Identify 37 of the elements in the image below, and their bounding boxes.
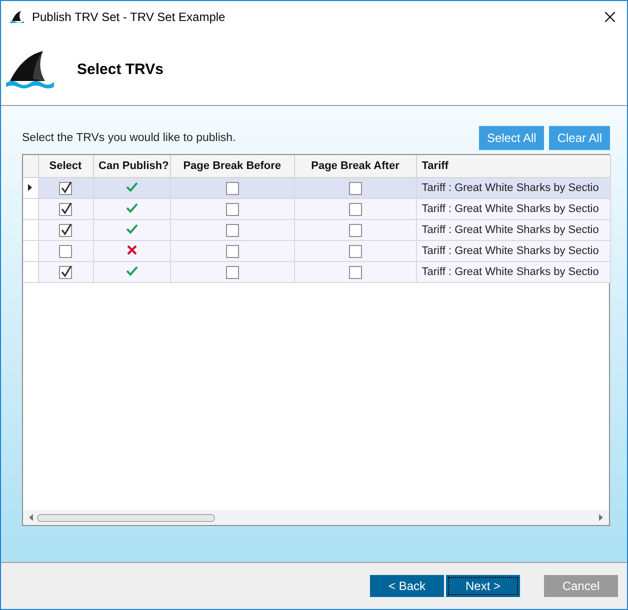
- scroll-thumb[interactable]: [37, 514, 215, 522]
- shark-fin-icon: [9, 10, 25, 24]
- close-icon[interactable]: [605, 12, 615, 22]
- column-header[interactable]: Select: [38, 155, 94, 178]
- checkbox[interactable]: [59, 182, 72, 194]
- table-cell: Tariff : Great White Sharks by Sectio: [416, 220, 610, 240]
- wizard-button[interactable]: Next >: [446, 575, 520, 597]
- checkbox[interactable]: [226, 224, 239, 236]
- wizard-button[interactable]: < Back: [370, 575, 444, 597]
- checkbox[interactable]: [226, 182, 239, 194]
- checkbox[interactable]: [348, 244, 362, 258]
- checkbox[interactable]: [59, 244, 72, 258]
- column-header[interactable]: Tariff: [416, 155, 610, 178]
- scroll-left-icon[interactable]: [29, 514, 33, 521]
- horizontal-scrollbar[interactable]: [23, 510, 609, 525]
- table-cell: Tariff : Great White Sharks by Sectio: [416, 198, 610, 220]
- checkbox[interactable]: [226, 202, 239, 216]
- checkbox[interactable]: [348, 224, 362, 236]
- column-header[interactable]: Can Publish?: [93, 155, 170, 178]
- column-header[interactable]: Page Break Before: [170, 155, 294, 178]
- page-heading: Select TRVs: [77, 60, 164, 78]
- checkbox[interactable]: [348, 202, 362, 216]
- checkbox[interactable]: [226, 244, 239, 258]
- instruction-text: Select the TRVs you would like to publish.: [22, 132, 237, 144]
- table-cell: Tariff : Great White Sharks by Sectio: [416, 240, 610, 262]
- checkbox[interactable]: [59, 266, 72, 278]
- scroll-right-icon[interactable]: [599, 514, 603, 521]
- shark-fin-logo: [5, 49, 55, 89]
- column-header[interactable]: Page Break After: [294, 155, 416, 178]
- checkbox[interactable]: [348, 266, 362, 278]
- table-cell: Tariff : Great White Sharks by Sectio: [416, 262, 610, 282]
- checkbox[interactable]: [59, 224, 72, 236]
- table-cell: Tariff : Great White Sharks by Sectio: [416, 178, 610, 198]
- checkbox[interactable]: [226, 266, 239, 278]
- checkbox[interactable]: [348, 182, 362, 194]
- window-title: Publish TRV Set - TRV Set Example: [32, 10, 226, 24]
- checkbox[interactable]: [59, 202, 72, 216]
